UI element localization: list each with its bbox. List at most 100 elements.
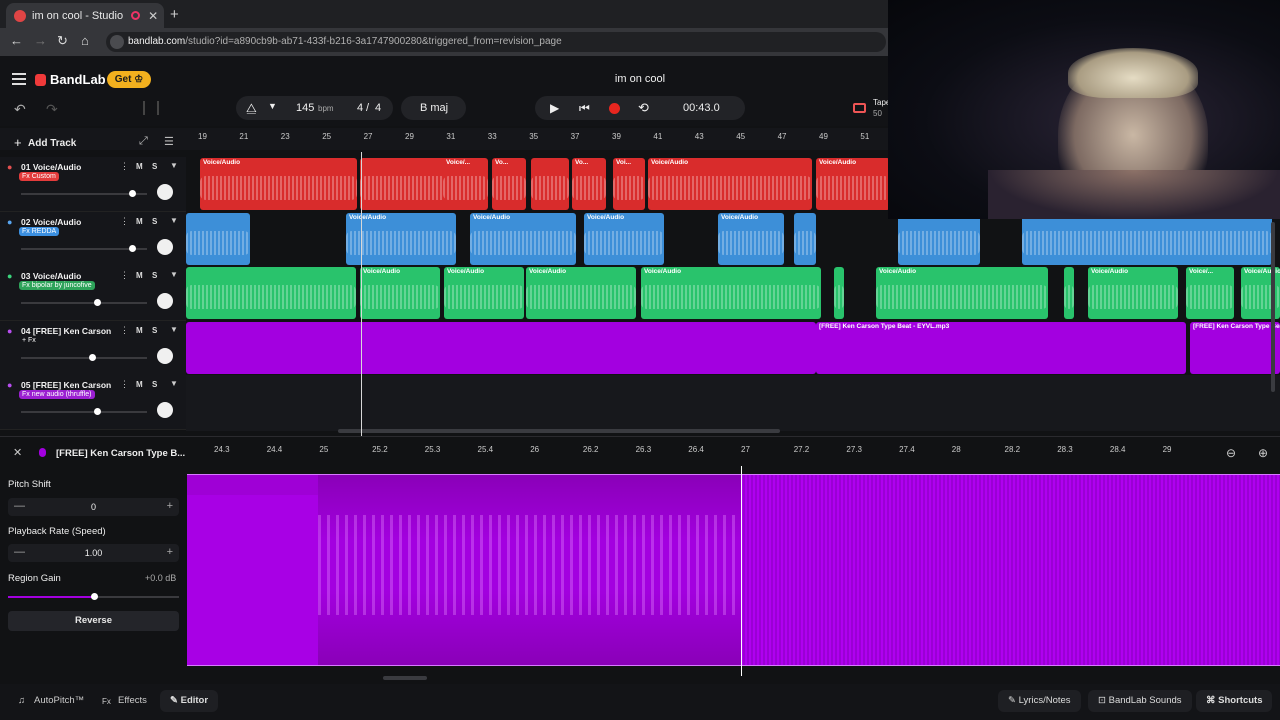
metronome-icon[interactable]: ⧋ (246, 101, 257, 116)
reload-button[interactable]: ↻ (57, 33, 68, 49)
track-name[interactable]: 03 Voice/Audio (21, 271, 113, 281)
audio-clip[interactable]: Voice/Audio (470, 212, 576, 265)
url-field[interactable]: bandlab.com/studio?id=a890cb9b-ab71-433f… (106, 32, 886, 52)
mute-button[interactable]: M (136, 271, 143, 280)
audio-clip[interactable]: Voice/Audio (346, 212, 456, 265)
track-more-icon[interactable]: ⋮ (120, 161, 129, 172)
audio-clip[interactable] (898, 212, 980, 265)
back-button[interactable]: ← (10, 33, 23, 48)
zoom-in-icon[interactable]: ⊕ (1258, 446, 1268, 460)
home-button[interactable]: ⌂ (81, 33, 89, 48)
audio-clip[interactable]: Voice/Audio (444, 267, 524, 320)
volume-handle[interactable] (128, 244, 136, 252)
volume-slider[interactable] (21, 411, 147, 414)
undo-button[interactable]: ↶ (14, 101, 26, 118)
redo-button[interactable]: ↷ (46, 101, 58, 118)
track-fx-badge[interactable]: + Fx (19, 336, 39, 345)
loop-button[interactable]: ⟲ (638, 100, 649, 116)
menu-icon[interactable] (12, 73, 26, 85)
track-name[interactable]: 04 [FREE] Ken Carson ... (21, 326, 113, 336)
audio-clip[interactable]: Voice/... (1186, 267, 1234, 320)
autopitch-button[interactable]: AutoPitch™ (34, 695, 84, 706)
audio-clip[interactable]: Voi... (613, 158, 645, 210)
bandlab-logo[interactable]: BandLab (35, 72, 106, 87)
track-lane[interactable]: Voice/Audio Voice/Audio Voice/Audio Voice/A… (186, 266, 1280, 321)
editor-ruler[interactable]: 24.3 24.4 25 25.2 25.3 25.4 26 26.2 26.3 26.4 27 27… (186, 440, 1280, 462)
record-button[interactable] (609, 103, 620, 114)
lyrics-notes-button[interactable]: ✎ Lyrics/Notes (998, 690, 1081, 712)
chevron-down-icon[interactable]: ▼ (170, 216, 178, 225)
audio-clip[interactable]: Voice/Audio (1088, 267, 1178, 320)
pitch-shift-stepper[interactable]: — 0 + (8, 498, 179, 516)
mute-button[interactable]: M (136, 217, 143, 226)
mixer-icon[interactable] (143, 101, 159, 115)
volume-handle[interactable] (93, 299, 101, 307)
audio-clip[interactable] (794, 212, 816, 265)
track-fx-badge[interactable]: Fx REDDA (19, 226, 60, 236)
audio-clip[interactable]: Vo... (572, 158, 606, 210)
audio-clip[interactable]: Voice/Audio (816, 158, 890, 210)
audio-clip[interactable]: Voice/Audio (526, 267, 636, 320)
bandlab-sounds-button[interactable]: ⊡ BandLab Sounds (1088, 690, 1192, 712)
audio-clip[interactable] (186, 267, 356, 320)
horizontal-scrollbar[interactable] (338, 429, 780, 433)
track-header[interactable]: ● 01 Voice/Audio Fx Custom ⋮ M S ▼ (0, 157, 186, 212)
audio-clip[interactable]: Voice/Audio (876, 267, 1048, 320)
track-more-icon[interactable]: ⋮ (120, 325, 129, 336)
chevron-down-icon[interactable]: ▼ (170, 270, 178, 279)
audio-clip[interactable] (186, 321, 816, 374)
audio-clip[interactable] (1064, 267, 1074, 320)
shortcuts-button[interactable]: ⌘ Shortcuts (1196, 690, 1273, 712)
track-header[interactable]: ● 02 Voice/Audio Fx REDDA ⋮ M S ▼ (0, 211, 186, 267)
pan-knob[interactable] (157, 347, 173, 364)
track-header[interactable]: ● 04 [FREE] Ken Carson ... + Fx ⋮ M S ▼ (0, 320, 186, 376)
track-header[interactable]: ● 03 Voice/Audio Fx bipolar by juncofive ⋮ M… (0, 266, 186, 322)
pan-knob[interactable] (157, 238, 173, 255)
solo-button[interactable]: S (152, 326, 157, 335)
forward-button[interactable]: → (34, 33, 47, 48)
playhead[interactable] (361, 152, 362, 436)
reverse-button[interactable]: Reverse (8, 611, 179, 631)
song-title[interactable]: im on cool (560, 73, 720, 85)
rate-increase-button[interactable]: + (167, 546, 173, 558)
tempo-value[interactable]: 145 (296, 102, 314, 114)
pan-knob[interactable] (157, 402, 173, 419)
audio-clip[interactable] (834, 267, 844, 320)
skip-to-start-button[interactable]: ⏮ (579, 101, 590, 116)
volume-handle[interactable] (128, 190, 136, 197)
effects-button[interactable]: Effects (118, 695, 147, 706)
vertical-scrollbar[interactable] (1271, 222, 1275, 392)
chevron-down-icon[interactable]: ▼ (170, 379, 178, 388)
audio-clip[interactable]: [FREE] Ken Carson Type Beat - EYVL.mp3 (816, 321, 1186, 374)
volume-slider[interactable] (21, 302, 147, 305)
mute-button[interactable]: M (136, 162, 143, 171)
solo-button[interactable]: S (152, 162, 157, 171)
track-lane[interactable]: Voice/Audio Voice/Audio Voice/Audio Voice/A… (186, 212, 1280, 267)
editor-tab-button[interactable]: ✎ Editor (160, 690, 219, 712)
time-signature-numerator[interactable]: 4 (357, 102, 363, 114)
track-name[interactable]: 01 Voice/Audio (21, 162, 113, 172)
region-gain-handle[interactable] (90, 593, 98, 600)
track-more-icon[interactable]: ⋮ (120, 216, 129, 227)
track-fx-badge[interactable]: Fx bipolar by juncofive (19, 281, 95, 291)
audio-clip[interactable]: Voice/Audio (641, 267, 821, 320)
audio-clip[interactable] (1022, 212, 1272, 265)
chevron-down-icon[interactable]: ▼ (170, 325, 178, 334)
track-name[interactable]: 02 Voice/Audio (21, 217, 113, 227)
track-header[interactable]: ● 05 [FREE] Ken Carson ... Fx new audio (t… (0, 375, 186, 431)
track-more-icon[interactable]: ⋮ (120, 379, 129, 390)
solo-button[interactable]: S (152, 380, 157, 389)
audio-clip[interactable]: Voice/... (443, 158, 488, 210)
tape-icon[interactable] (853, 103, 866, 113)
solo-button[interactable]: S (152, 217, 157, 226)
metronome-chevron-down-icon[interactable]: ▼ (268, 101, 277, 111)
audio-clip[interactable]: [FREE] Ken Carson Type Beat (1190, 321, 1280, 374)
volume-handle[interactable] (93, 408, 101, 416)
get-membership-button[interactable]: Get ♔ (107, 71, 151, 88)
audio-clip[interactable]: Voice/Audio (360, 267, 440, 320)
add-track-button[interactable]: Add Track (28, 138, 76, 149)
tab-close-button[interactable]: ✕ (148, 9, 158, 23)
chevron-down-icon[interactable]: ▼ (170, 161, 178, 170)
mute-button[interactable]: M (136, 380, 143, 389)
audio-clip[interactable]: Voice/Audio (648, 158, 812, 210)
